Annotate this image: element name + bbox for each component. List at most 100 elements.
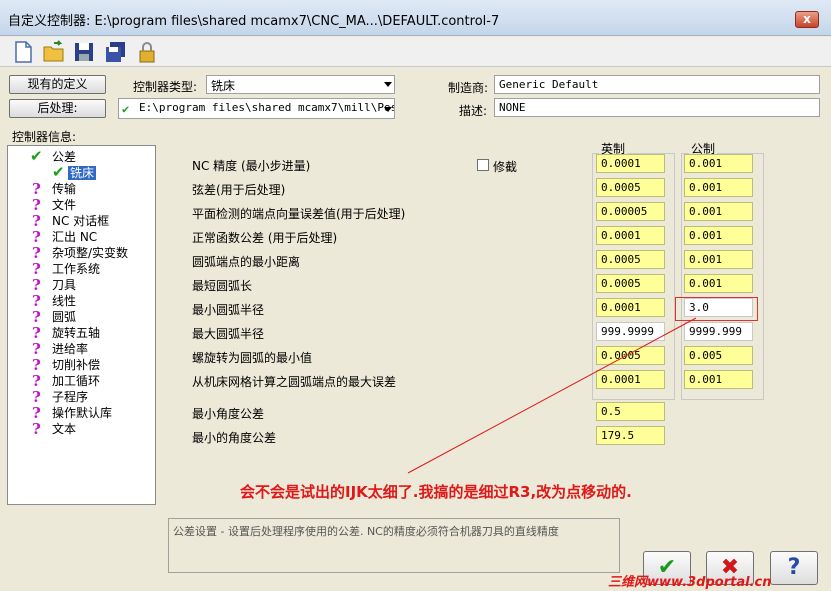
metric-value-input[interactable]: 0.001 [684,154,753,173]
question-icon: ? [32,372,41,390]
tree-item[interactable]: 子程序 [52,390,88,404]
controller-type-label: 控制器类型: [133,80,198,94]
english-value-input[interactable]: 0.0005 [596,178,665,197]
tolerance-row-label: 弦差(用于后处理) [192,183,286,197]
annotation-text: 会不会是试出的IJK太细了.我搞的是细过R3,改为点移动的. [240,483,632,501]
tolerance-row-label: 最小圆弧半径 [192,303,265,317]
save-all-icon[interactable] [104,40,128,64]
english-value-input[interactable]: 0.0001 [596,298,665,317]
question-icon: ? [32,260,41,278]
chevron-down-icon [384,82,392,87]
tolerance-row-label: 从机床网格计算之圆弧端点的最大误差 [192,375,397,389]
window-title: 自定义控制器: E:\program files\shared mcamx7\C… [8,14,500,29]
english-value-input[interactable]: 0.0001 [596,226,665,245]
close-button[interactable]: x [795,11,819,28]
english-value-input[interactable]: 0.0001 [596,154,665,173]
tree-item[interactable]: 线性 [52,294,76,308]
tree-item[interactable]: 加工循环 [52,374,100,388]
post-processor-button[interactable]: 后处理: [9,99,106,118]
tree-item-tolerance[interactable]: 公差 [52,150,76,164]
tolerance-row-label: 圆弧端点的最小距离 [192,255,301,269]
question-icon: ? [32,340,41,358]
question-icon: ? [32,292,41,310]
tree-item[interactable]: 圆弧 [52,310,76,324]
english-value-input[interactable]: 0.0001 [596,370,665,389]
controller-type-select[interactable]: 铣床 [206,75,395,94]
post-path-value: E:\program files\shared mcamx7\mill\Pos· [139,101,395,114]
help-button[interactable]: ? [770,551,818,585]
english-value-input[interactable]: 0.00005 [596,202,665,221]
metric-value-input[interactable]: 0.001 [684,178,753,197]
tolerance-row-label: NC 精度 (最小步进量) [192,159,311,173]
tree-item[interactable]: 操作默认库 [52,406,112,420]
question-icon: ? [32,196,41,214]
metric-value-input[interactable]: 0.001 [684,274,753,293]
angle-value-input[interactable]: 0.5 [596,402,665,421]
tolerance-row-label: 最大圆弧半径 [192,327,265,341]
chevron-down-icon [384,107,392,112]
post-path-select[interactable]: ✔ E:\program files\shared mcamx7\mill\Po… [118,98,395,119]
tree-item[interactable]: 切削补偿 [52,358,100,372]
metric-value-input[interactable]: 0.001 [684,226,753,245]
tolerance-row-label: 螺旋转为圆弧的最小值 [192,351,313,365]
controller-tree[interactable]: ✔ 公差 ✔ 铣床 ? 传输? 文件? NC 对话框? 汇出 NC? 杂项整/实变数? 工作… [7,145,156,505]
controller-type-value: 铣床 [211,79,236,93]
english-value-input[interactable]: 0.0005 [596,250,665,269]
tree-item[interactable]: 工作系统 [52,262,100,276]
question-icon: ? [32,308,41,326]
question-icon: ? [32,244,41,262]
description-label: 描述: [459,104,488,118]
tree-item[interactable]: 汇出 NC [52,230,97,244]
tolerance-row-label: 正常函数公差 (用于后处理) [192,231,338,245]
tree-item[interactable]: NC 对话框 [52,214,109,228]
new-file-icon[interactable] [11,40,35,64]
tree-item[interactable]: 文本 [52,422,76,436]
question-icon: ? [32,180,41,198]
metric-value-input[interactable]: 0.001 [684,202,753,221]
tree-item[interactable]: 旋转五轴 [52,326,100,340]
check-icon: ✔ [122,102,130,116]
english-value-input[interactable]: 0.0005 [596,346,665,365]
question-icon: ? [32,276,41,294]
metric-value-input[interactable]: 0.001 [684,250,753,269]
metric-value-input[interactable]: 0.001 [684,370,753,389]
tree-item[interactable]: 文件 [52,198,76,212]
angle-value-input[interactable]: 179.5 [596,426,665,445]
open-folder-icon[interactable] [42,40,66,64]
modify-label: 修截 [493,160,518,174]
question-icon: ? [32,420,41,438]
lock-icon[interactable] [135,40,159,64]
tree-item-mill-selected[interactable]: 铣床 [68,166,97,180]
tolerance-row-label: 最短圆弧长 [192,279,253,293]
help-icon: ? [787,555,801,580]
angle-row-label: 最小角度公差 [192,407,265,421]
tree-item[interactable]: 刀具 [52,278,76,292]
angle-row-label: 最小的角度公差 [192,431,277,445]
tree-item[interactable]: 传输 [52,182,76,196]
metric-value-input[interactable]: 0.005 [684,346,753,365]
manufacturer-input[interactable]: Generic Default [494,75,820,94]
question-icon: ? [32,356,41,374]
tolerance-row-label: 平面检测的端点向量误差值(用于后处理) [192,207,406,221]
toolbar [0,37,831,67]
question-icon: ? [32,212,41,230]
title-bar: 自定义控制器: E:\program files\shared mcamx7\C… [0,0,831,36]
controller-info-label: 控制器信息: [12,130,77,144]
tree-item[interactable]: 杂项整/实变数 [52,246,128,260]
question-icon: ? [32,324,41,342]
save-icon[interactable] [72,40,96,64]
description-input[interactable]: NONE [494,98,820,117]
highlight-box [675,297,758,321]
tolerance-panel: 英制 公制 修截 NC 精度 (最小步进量) 0.0001 0.001 弦差(用于后处… [165,140,777,510]
question-icon: ? [32,388,41,406]
check-icon: ✔ [30,147,43,165]
current-definition-button[interactable]: 现有的定义 [9,75,106,94]
watermark: 三维网www.3dportal.cn [608,575,772,590]
question-icon: ? [32,228,41,246]
question-icon: ? [32,404,41,422]
english-value-input[interactable]: 0.0005 [596,274,665,293]
english-value-input[interactable]: 999.9999 [596,322,665,341]
tree-item[interactable]: 进给率 [52,342,88,356]
modify-checkbox[interactable] [477,159,489,171]
metric-value-input[interactable]: 9999.999 [684,322,753,341]
